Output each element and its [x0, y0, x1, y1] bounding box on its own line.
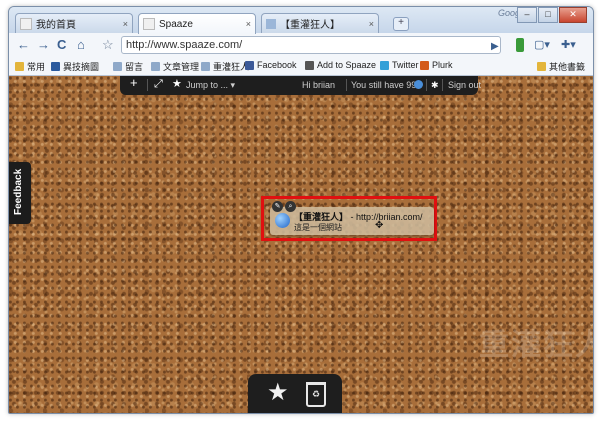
reload-icon[interactable]: C	[57, 38, 66, 52]
greeting-text: Hi briian	[302, 80, 336, 90]
tab-briian[interactable]: 【重灌狂人】 ×	[261, 13, 379, 33]
back-icon[interactable]: ←	[17, 38, 30, 52]
globe-icon	[275, 213, 290, 228]
note-title-url: - http://briian.com/	[348, 212, 423, 222]
trash-icon[interactable]: ♻	[306, 382, 326, 407]
close-window-button[interactable]: ✕	[559, 7, 587, 23]
tab-close-icon[interactable]: ×	[123, 19, 128, 29]
divider	[147, 79, 148, 91]
tab-spaaze[interactable]: Spaaze ×	[138, 13, 256, 34]
divider	[346, 79, 347, 91]
bookmarks-bar: 常用 異技摘圖 留言 文章管理 重灌狂人 Facebook Add to Spa…	[9, 58, 593, 76]
twitter-icon	[380, 60, 389, 70]
maximize-button[interactable]: □	[538, 7, 558, 23]
watermark-logo: 重灌狂人	[479, 329, 593, 362]
minimize-button[interactable]: –	[517, 7, 537, 23]
bookmark-item[interactable]: 異技摘圖	[51, 60, 99, 73]
note-description: 這是一個網站	[294, 223, 342, 232]
site-icon	[51, 62, 60, 71]
favorites-star-icon[interactable]: ★	[267, 381, 289, 405]
tab-strip: 我的首頁 × Spaaze × 【重灌狂人】 × + Google – □ ✕	[9, 7, 593, 34]
bookmark-item[interactable]: 常用	[15, 60, 45, 73]
page-menu-icon[interactable]: ▢▾	[534, 38, 550, 52]
sign-out-link[interactable]: Sign out	[448, 79, 481, 91]
address-bar[interactable]: http://www.spaaze.com/	[121, 36, 501, 54]
fit-view-icon[interactable]: ⤢	[154, 78, 163, 90]
blog-icon	[201, 62, 210, 71]
feedback-tab[interactable]: Feedback	[9, 162, 31, 224]
bookmark-item[interactable]: Facebook	[245, 60, 297, 70]
blog-icon	[266, 18, 276, 29]
tab-close-icon[interactable]: ×	[369, 19, 374, 29]
tab-label: 【重灌狂人】	[280, 20, 340, 31]
bookmark-note[interactable]: ✎ ⌕ 【重灌狂人】 - http://briian.com/ 這是一個網站 ✥	[270, 201, 434, 235]
highlight-frame: ✎ ⌕ 【重灌狂人】 - http://briian.com/ 這是一個網站 ✥	[261, 196, 437, 241]
browser-window: 我的首頁 × Spaaze × 【重灌狂人】 × + Google – □ ✕ …	[8, 6, 594, 414]
folder-icon	[537, 62, 546, 71]
extension-icon[interactable]	[516, 38, 524, 52]
bookmark-item[interactable]: Plurk	[420, 60, 453, 70]
settings-gear-icon[interactable]: ✱	[431, 79, 439, 91]
bookmarklet-icon	[305, 60, 314, 70]
new-tab-button[interactable]: +	[393, 17, 409, 31]
note-title-site: 【重灌狂人】	[294, 212, 349, 222]
window-controls: – □ ✕	[516, 7, 587, 23]
bookmark-item[interactable]: Twitter	[380, 60, 419, 70]
move-cursor-icon: ✥	[375, 220, 384, 231]
page-icon	[20, 17, 32, 30]
bookmark-item[interactable]: Add to Spaaze	[305, 60, 376, 70]
star-icon[interactable]: ★	[172, 78, 182, 90]
coin-icon	[414, 80, 423, 89]
bookmark-item[interactable]: 文章管理	[151, 60, 199, 73]
divider	[426, 79, 427, 91]
browser-toolbar: ← → C ⌂ ☆ http://www.spaaze.com/ ▶ ▢▾ ✚▾	[9, 33, 593, 59]
credits-text: You still have 995	[351, 80, 422, 90]
tab-home[interactable]: 我的首頁 ×	[15, 13, 133, 33]
home-icon[interactable]: ⌂	[77, 38, 85, 52]
tab-label: 我的首頁	[36, 20, 76, 31]
page-icon	[143, 18, 155, 30]
bookmark-item[interactable]: 留言	[113, 60, 143, 73]
jump-to-menu[interactable]: Jump to ... ▾	[186, 79, 235, 91]
spaaze-toolbar: + ⤢ ★ Jump to ... ▾ Hi briian You still …	[120, 76, 481, 95]
bookmark-star-icon[interactable]: ☆	[102, 37, 114, 53]
bottom-dock: ★ ♻	[248, 374, 342, 413]
plurk-icon	[420, 60, 429, 70]
forward-icon[interactable]: →	[37, 38, 50, 52]
tab-label: Spaaze	[159, 18, 193, 30]
blog-icon	[151, 62, 160, 71]
facebook-icon	[245, 60, 254, 70]
tab-close-icon[interactable]: ×	[246, 19, 251, 29]
other-bookmarks[interactable]: 其他書籤	[537, 60, 585, 73]
cork-board[interactable]: + ⤢ ★ Jump to ... ▾ Hi briian You still …	[9, 76, 593, 413]
go-icon[interactable]: ▶	[491, 40, 499, 54]
edit-note-icon[interactable]: ✎	[272, 201, 283, 212]
add-item-button[interactable]: +	[130, 76, 138, 89]
divider	[442, 79, 443, 91]
folder-icon	[15, 62, 24, 71]
bookmark-item[interactable]: 重灌狂人	[201, 60, 249, 73]
blog-icon	[113, 62, 122, 71]
wrench-menu-icon[interactable]: ✚▾	[561, 38, 576, 52]
